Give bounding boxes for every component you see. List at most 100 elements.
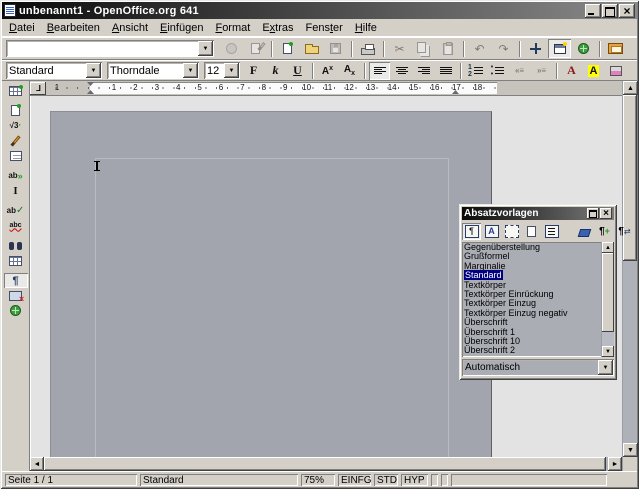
find-replace-icon[interactable] [4,238,28,253]
highlighting-icon[interactable]: A [583,62,604,80]
fill-format-icon[interactable] [575,223,594,240]
menu-item-format[interactable]: Format [209,20,256,36]
style-item[interactable]: Überschrift 2 [464,346,601,355]
bold-icon[interactable]: F [243,62,264,80]
align-center-icon[interactable] [391,62,412,80]
new-document-icon[interactable] [276,39,299,58]
menu-item-bearbeiten[interactable]: Bearbeiten [41,20,106,36]
direct-cursor-icon[interactable]: I [4,183,28,198]
spellcheck-icon[interactable]: ab✓ [4,203,28,218]
vertical-scroll-track[interactable] [623,261,637,443]
stylist-scroll-down-button[interactable] [602,346,614,357]
open-icon[interactable] [300,39,323,58]
title-bar[interactable]: unbenannt1 - OpenOffice.org 641 [2,2,637,19]
graphics-toggle-icon[interactable] [4,288,28,303]
menu-item-extras[interactable]: Extras [256,20,299,36]
auto-spellcheck-icon[interactable]: abc [4,218,28,233]
style-list: GegenüberstellungGrußformelMarginalieSta… [462,242,601,357]
page-styles-icon[interactable] [522,223,541,240]
navigator-icon[interactable] [524,39,547,58]
menu-item-fenster[interactable]: Fenster [300,20,349,36]
character-styles-icon[interactable]: A [482,223,501,240]
menu-item-hilfe[interactable]: Hilfe [349,20,383,36]
url-dropdown-button[interactable] [198,41,213,56]
scroll-left-button[interactable] [30,457,44,471]
paragraph-style-combo[interactable]: Standard [6,62,102,79]
status-insert-mode[interactable]: EINFG [338,474,371,486]
insert-icon[interactable] [4,83,28,98]
align-justify-icon[interactable] [435,62,456,80]
menu-item-datei[interactable]: Datei [3,20,41,36]
numbering-styles-icon[interactable] [542,223,561,240]
print-icon[interactable] [356,39,379,58]
online-layout-icon[interactable] [4,303,28,318]
data-sources-icon[interactable] [4,253,28,268]
style-filter-dropdown-button[interactable] [598,360,613,375]
scroll-down-button[interactable] [623,443,638,457]
font-name-dropdown-button[interactable] [183,63,198,78]
horizontal-scroll-thumb[interactable] [44,457,606,471]
align-right-icon[interactable] [413,62,434,80]
ruler-number-1: 1 [112,83,116,93]
align-left-icon[interactable] [369,62,390,80]
bullets-icon[interactable]: •• [487,62,508,80]
frame-styles-icon[interactable] [502,223,521,240]
stylist-scrollbar[interactable] [601,242,614,357]
paragraph-styles-icon[interactable]: ¶ [462,223,481,240]
scroll-up-button[interactable] [623,81,638,95]
gallery-icon[interactable] [604,39,627,58]
stylist-close-button[interactable] [600,208,612,219]
nonprinting-characters-icon[interactable]: ¶ [4,273,28,288]
numbering-icon[interactable]: 12 [465,62,486,80]
minimize-button[interactable] [585,4,601,18]
horizontal-ruler[interactable]: 1123456789101112131415161718 [46,81,622,95]
stylist-scroll-up-button[interactable] [602,242,614,253]
horizontal-scrollbar[interactable] [30,457,622,471]
stylist-title-bar[interactable]: Absatzvorlagen [462,207,614,220]
status-zoom[interactable]: 75% [301,474,335,486]
url-combo[interactable] [6,40,214,57]
autotext-icon[interactable]: ab» [4,168,28,183]
subscript-icon[interactable]: Ax [339,62,360,80]
ruler-number-17: 17 [452,83,461,93]
insert-fields-icon[interactable] [4,103,28,118]
font-size-dropdown-button[interactable] [224,63,239,78]
menu-item-ansicht[interactable]: Ansicht [106,20,154,36]
update-style-icon[interactable]: ¶⇄ [615,223,634,240]
draw-functions-icon[interactable] [4,133,28,148]
menu-item-einfügen[interactable]: Einfügen [154,20,209,36]
increase-indent-icon: »≡ [531,62,552,80]
status-page[interactable]: Seite 1 / 1 [5,474,137,486]
vertical-scrollbar[interactable] [622,81,637,471]
italic-icon[interactable]: k [265,62,286,80]
tab-stop-type-button[interactable] [30,82,46,95]
stylist-scroll-thumb[interactable] [602,253,614,332]
form-functions-icon[interactable] [4,148,28,163]
new-style-from-selection-icon[interactable]: ¶+ [595,223,614,240]
background-color-icon[interactable] [605,62,626,80]
font-color-icon[interactable]: A [561,62,582,80]
status-page-style[interactable]: Standard [140,474,298,486]
font-name-value: Thorndale [107,65,182,77]
copy-icon [412,39,435,58]
style-filter-combo[interactable]: Automatisch [462,359,614,376]
scroll-right-button[interactable] [608,457,622,471]
application-icon [4,4,16,17]
maximize-button[interactable] [602,4,618,18]
status-selection-mode[interactable]: STD [374,474,398,486]
stylist-dock-button[interactable] [587,208,599,219]
ruler-number-13: 13 [366,83,375,93]
hyperlink-dialog-icon[interactable] [572,39,595,58]
document-page[interactable] [50,111,492,457]
close-button[interactable] [619,4,635,18]
status-hyperlink-mode[interactable]: HYP [401,474,428,486]
paragraph-style-dropdown-button[interactable] [86,63,101,78]
font-name-combo[interactable]: Thorndale [107,62,199,79]
font-size-combo[interactable]: 12 [204,62,240,79]
superscript-icon[interactable]: Ax [317,62,338,80]
underline-icon[interactable]: U [287,62,308,80]
insert-objects-icon[interactable]: √3· [4,118,28,133]
stylist-icon[interactable] [548,39,571,58]
ruler-number-10: 10 [302,83,311,93]
status-cell-1 [431,474,438,486]
